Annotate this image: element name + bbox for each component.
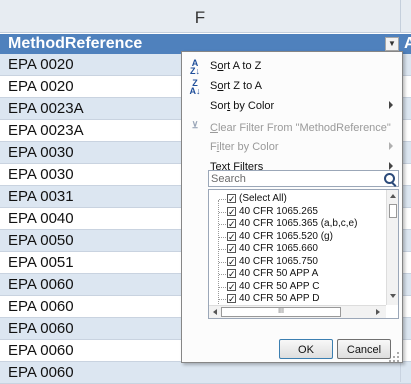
tree-stub	[219, 199, 226, 200]
cell-method-reference[interactable]: EPA 0060	[8, 364, 74, 381]
filter-list-item-label: 40 CFR 1065.660	[239, 243, 318, 254]
cell-method-reference[interactable]: EPA 0060	[8, 342, 74, 359]
tree-stub	[219, 236, 226, 238]
checkbox[interactable]: ✓	[227, 256, 236, 266]
sort-az-icon: A Z↓	[190, 58, 200, 76]
vertical-scrollbar[interactable]	[386, 190, 398, 305]
cell-method-reference[interactable]: EPA 0023A	[8, 122, 84, 139]
menu-item-label: Clear Filter From "MethodReference"	[210, 122, 391, 134]
column-letter: F	[194, 8, 206, 27]
filter-list-item-label: 40 CFR 50 APP D	[239, 293, 320, 304]
cell-method-reference[interactable]: EPA 0020	[8, 78, 74, 95]
submenu-arrow-icon	[389, 101, 393, 109]
filter-list-item-label: 40 CFR 50 APP A	[239, 268, 319, 279]
filter-list-item-label: 40 CFR 1065.265	[239, 205, 318, 217]
table-row[interactable]: EPA 0060	[0, 362, 411, 384]
checkbox[interactable]: ✓	[227, 269, 236, 279]
autofilter-menu: A Z↓ Sort A to Z Z A↓ Sort Z to A Sort by Co…	[181, 51, 403, 363]
cell-method-reference[interactable]: EPA 0031	[8, 188, 74, 205]
submenu-arrow-icon	[389, 142, 393, 150]
checkbox[interactable]: ✓	[227, 219, 236, 229]
cell-method-reference[interactable]: EPA 0051	[8, 254, 74, 271]
filter-values-list[interactable]: ✓ (Select All) ✓ 40 CFR 1065.265 ✓ 40 CFR 106…	[208, 189, 399, 319]
cell-method-reference[interactable]: EPA 0030	[8, 166, 74, 183]
menu-item-sort-by-color[interactable]: Sort by Color	[183, 97, 401, 117]
cell-method-reference[interactable]: EPA 0060	[8, 298, 74, 315]
tree-stub	[219, 261, 226, 263]
cancel-button[interactable]: Cancel	[337, 339, 391, 359]
cell-method-reference[interactable]: EPA 0023A	[8, 100, 84, 117]
tree-stub	[219, 224, 226, 225]
cell-method-reference[interactable]: EPA 0020	[8, 56, 74, 73]
cell-method-reference[interactable]: EPA 0060	[8, 320, 74, 337]
search-box[interactable]	[208, 170, 399, 187]
hscroll-thumb[interactable]: III	[221, 307, 341, 317]
submenu-arrow-icon	[389, 162, 393, 170]
menu-item-label: Sort Z to A	[210, 80, 262, 92]
scroll-down-icon[interactable]	[390, 294, 396, 298]
checkbox[interactable]: ✓	[227, 244, 236, 254]
cell-method-reference[interactable]: EPA 0030	[8, 144, 74, 161]
menu-item-sort-a-to-z[interactable]: A Z↓ Sort A to Z	[183, 57, 401, 77]
menu-item-sort-z-to-a[interactable]: Z A↓ Sort Z to A	[183, 77, 401, 97]
filter-list-item-label: 40 CFR 1065.365 (a,b,c,e)	[239, 218, 358, 229]
checkbox[interactable]: ✓	[227, 194, 236, 204]
tree-stub	[219, 211, 226, 213]
tree-stub	[219, 286, 226, 288]
cell-method-reference[interactable]: EPA 0040	[8, 210, 74, 227]
checkbox[interactable]: ✓	[227, 294, 236, 304]
menu-item-label: Sort by Color	[210, 100, 275, 112]
menu-item-label: Sort A to Z	[210, 60, 262, 72]
resize-grip-icon[interactable]	[389, 352, 399, 362]
next-header-cell[interactable]: A	[404, 35, 411, 53]
menu-item-label: Filter by Color	[210, 141, 279, 153]
tree-stub	[219, 249, 226, 250]
menu-item-filter-by-color[interactable]: Filter by Color	[183, 138, 401, 158]
ok-button[interactable]: OK	[279, 339, 333, 359]
scroll-right-icon[interactable]	[376, 309, 380, 315]
cell-method-reference[interactable]: EPA 0060	[8, 276, 74, 293]
header-cell-methodreference[interactable]: MethodReference	[8, 35, 142, 53]
scroll-up-icon[interactable]	[390, 194, 396, 198]
filter-list-item-label: 40 CFR 1065.750	[239, 255, 318, 267]
filter-list-item-label: 40 CFR 1065.520 (g)	[239, 230, 333, 242]
checkbox[interactable]: ✓	[227, 231, 236, 241]
checkbox[interactable]: ✓	[227, 206, 236, 216]
search-input[interactable]	[211, 171, 371, 186]
checkbox[interactable]: ✓	[227, 281, 236, 291]
filter-list-item-label: 40 CFR 50 APP C	[239, 280, 320, 292]
search-icon	[384, 173, 395, 184]
cell-method-reference[interactable]: EPA 0050	[8, 232, 74, 249]
filter-dropdown-button[interactable]: ▼	[385, 37, 399, 51]
menu-item-clear-filter-from-methodreference[interactable]: ⊻ Clear Filter From "MethodReference"	[183, 119, 401, 139]
scroll-left-icon[interactable]	[213, 309, 217, 315]
sort-za-icon: Z A↓	[189, 78, 201, 96]
tree-stub	[219, 274, 226, 275]
clear-filter-icon: ⊻	[191, 120, 199, 130]
column-header-f[interactable]: F	[0, 0, 411, 33]
scroll-thumb[interactable]	[389, 204, 397, 218]
filter-list-item-label: (Select All)	[239, 193, 287, 204]
horizontal-scrollbar[interactable]: III	[209, 305, 386, 318]
tree-stub	[219, 299, 226, 300]
column-separator[interactable]	[400, 0, 401, 33]
tree-connector	[218, 200, 219, 318]
